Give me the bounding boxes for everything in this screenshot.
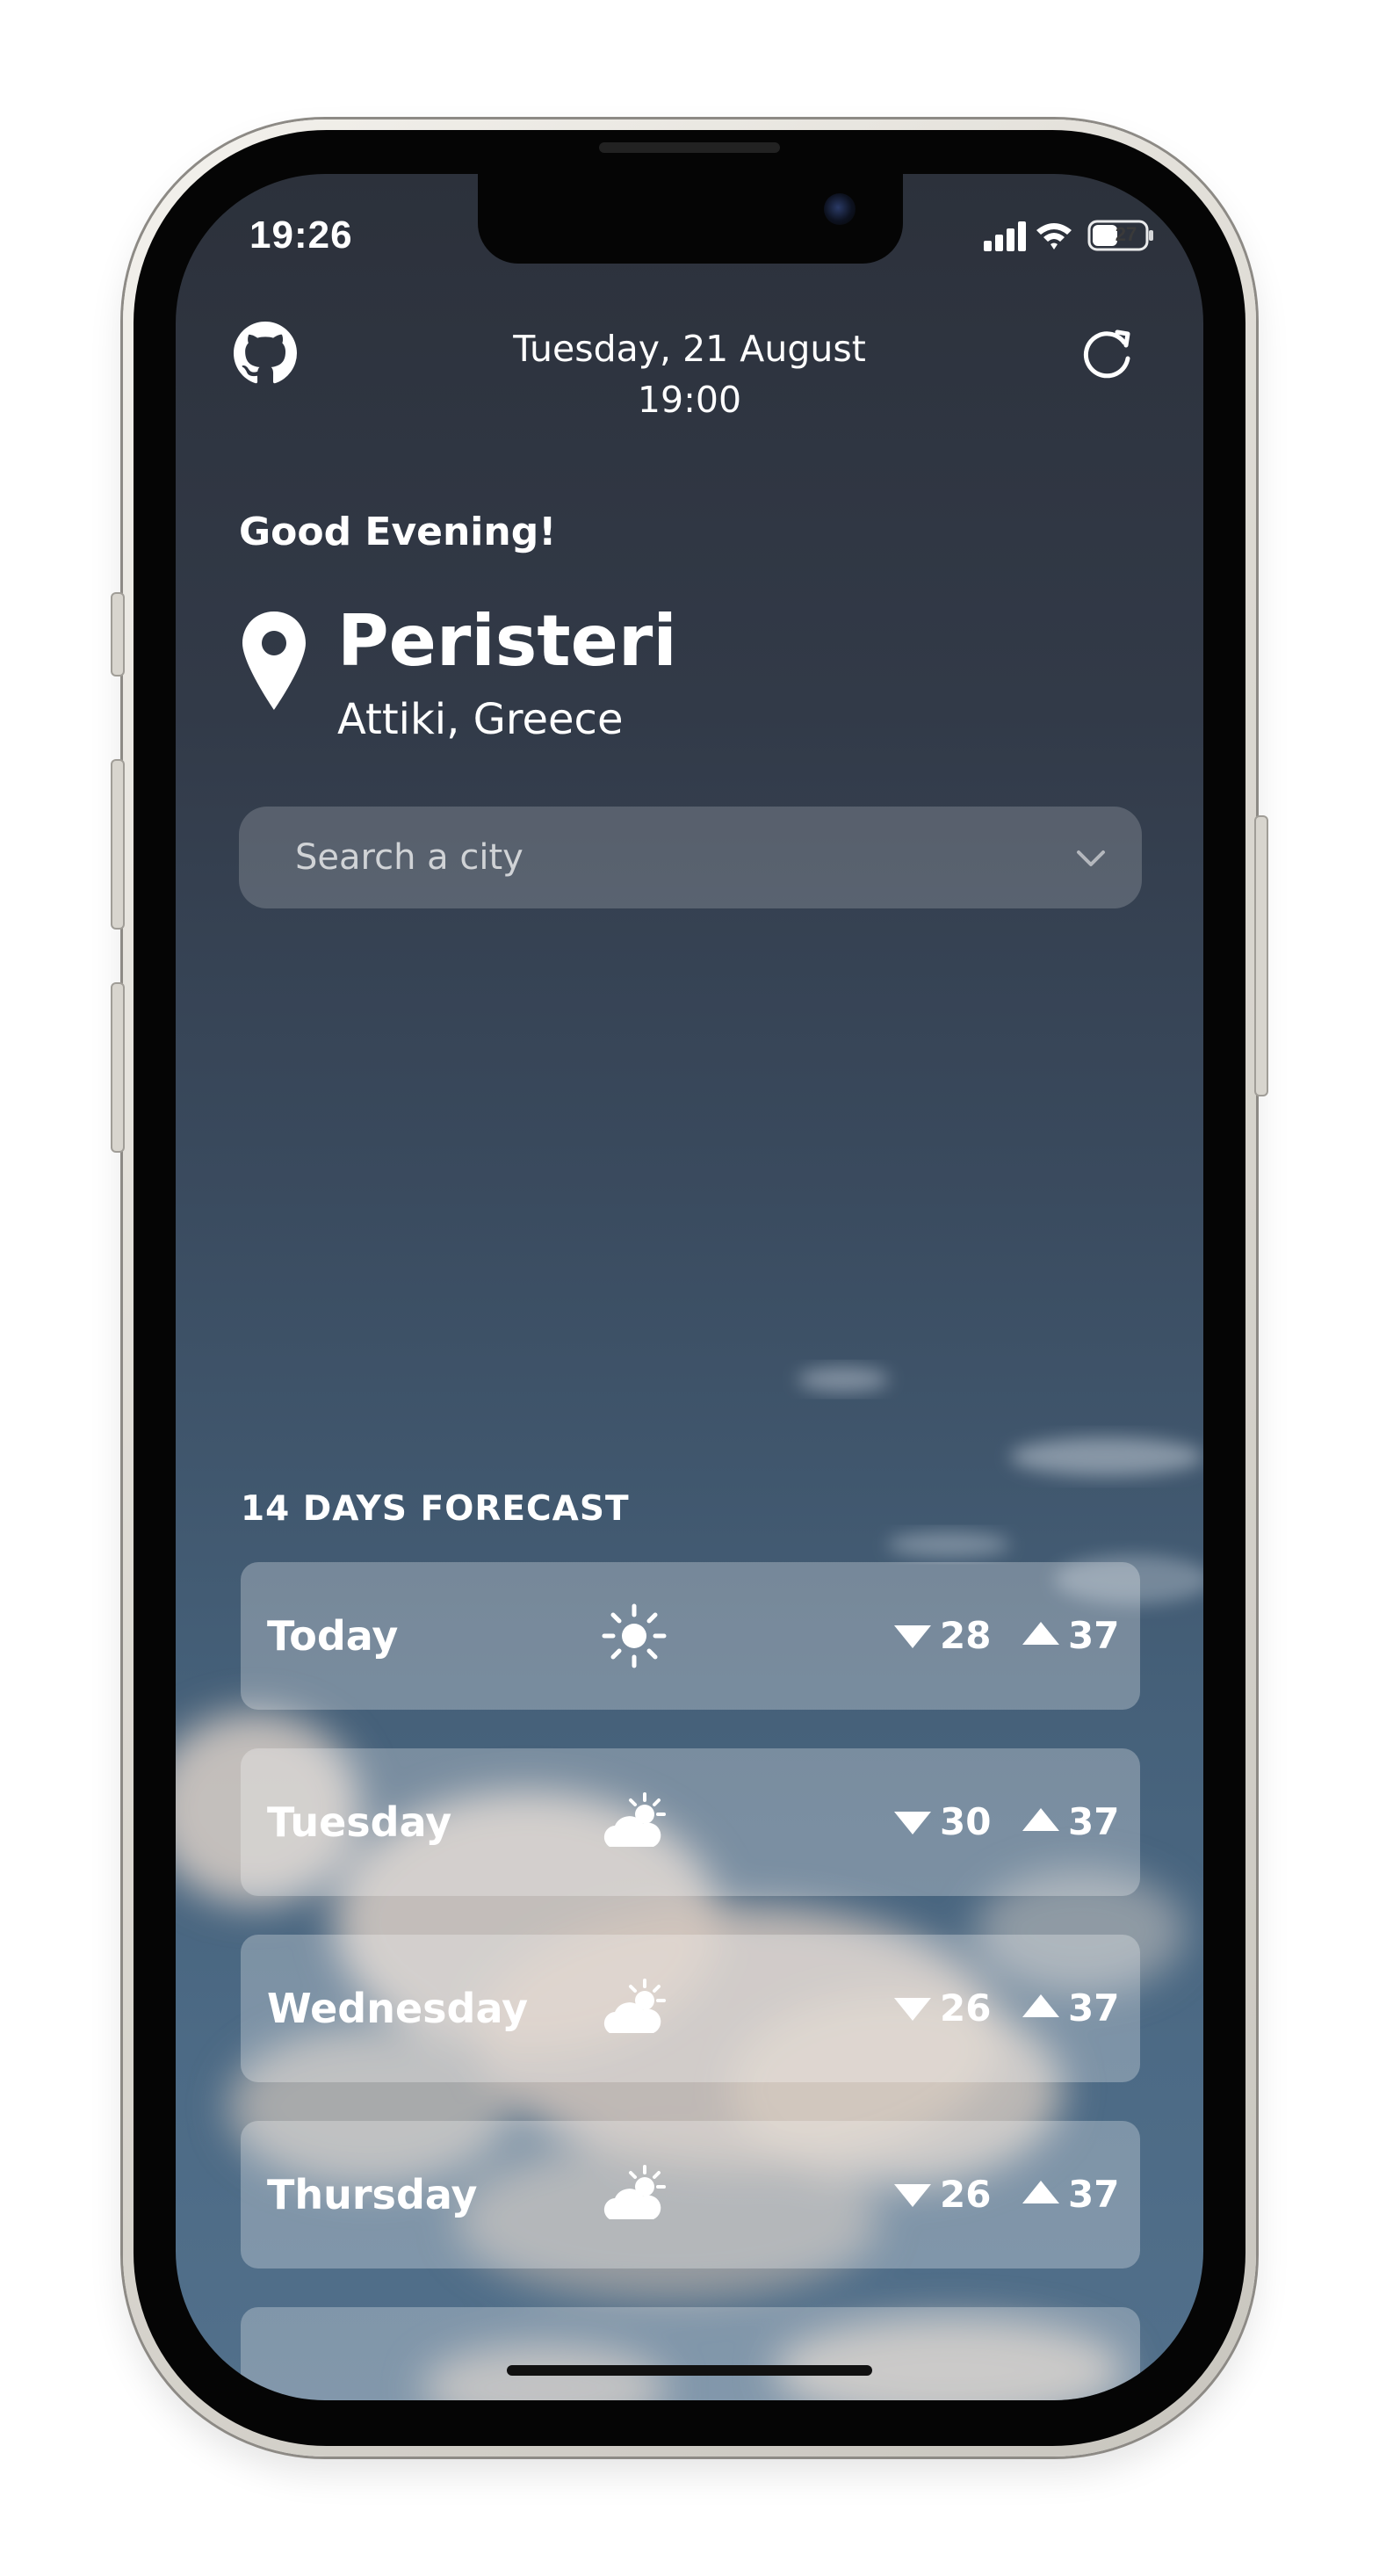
forecast-max-temp: 37 bbox=[1068, 1800, 1120, 1843]
temperature-min-icon bbox=[894, 1812, 931, 1834]
wifi-icon bbox=[1036, 223, 1072, 250]
temperature-min-icon bbox=[894, 1625, 931, 1648]
forecast-row-partial[interactable] bbox=[241, 2307, 1140, 2400]
volume-down-button bbox=[112, 984, 123, 1151]
forecast-day: Wednesday bbox=[267, 1985, 529, 2032]
battery-level: 27 bbox=[1115, 223, 1137, 245]
city-name: Peristeri bbox=[337, 600, 677, 682]
partly-cloudy-icon bbox=[603, 1979, 666, 2033]
forecast-title: 14 DAYS FORECAST bbox=[241, 1489, 630, 1529]
forecast-day: Tuesday bbox=[267, 1798, 452, 1846]
sun-icon bbox=[602, 1603, 667, 1668]
temperature-min-icon bbox=[894, 2184, 931, 2207]
temperature-max-icon bbox=[1022, 1622, 1059, 1645]
forecast-row-tuesday[interactable]: Tuesday 30 37 bbox=[241, 1748, 1140, 1896]
forecast-min-temp: 30 bbox=[940, 1800, 992, 1843]
home-indicator[interactable] bbox=[507, 2365, 872, 2376]
cellular-signal-icon bbox=[984, 221, 1026, 251]
forecast-row-today[interactable]: Today 28 37 bbox=[241, 1562, 1140, 1710]
date-line: Tuesday, 21 August bbox=[513, 328, 866, 370]
forecast-min-temp: 26 bbox=[940, 1986, 992, 2030]
status-time: 19:26 bbox=[249, 213, 353, 257]
chevron-down-icon[interactable] bbox=[1073, 842, 1108, 873]
date-time-display: Tuesday, 21 August 19:00 bbox=[426, 323, 953, 425]
time-line: 19:00 bbox=[637, 379, 742, 421]
notch bbox=[478, 174, 903, 264]
temperature-min-icon bbox=[894, 1998, 931, 2021]
region-name: Attiki, Greece bbox=[337, 695, 624, 744]
forecast-min-temp: 28 bbox=[940, 1614, 992, 1657]
partly-cloudy-icon bbox=[603, 2165, 666, 2219]
temperature-max-icon bbox=[1022, 1808, 1059, 1831]
search-placeholder: Search a city bbox=[295, 837, 523, 878]
refresh-icon[interactable] bbox=[1077, 323, 1137, 383]
forecast-day: Today bbox=[267, 1612, 399, 1660]
forecast-max-temp: 37 bbox=[1068, 1986, 1120, 2030]
temperature-max-icon bbox=[1022, 1994, 1059, 2017]
power-button bbox=[1256, 817, 1267, 1095]
map-pin-icon bbox=[242, 611, 306, 710]
forecast-day: Thursday bbox=[267, 2171, 478, 2218]
temperature-max-icon bbox=[1022, 2181, 1059, 2203]
volume-up-button bbox=[112, 761, 123, 928]
city-search-select[interactable]: Search a city bbox=[239, 807, 1142, 908]
silent-switch bbox=[112, 594, 123, 675]
forecast-min-temp: 26 bbox=[940, 2173, 992, 2216]
front-camera bbox=[824, 193, 856, 225]
earpiece-speaker bbox=[599, 142, 780, 153]
app-screen: 19:26 27 Tuesday, 21 August 19:00 Good E… bbox=[176, 174, 1203, 2400]
github-icon[interactable] bbox=[234, 322, 297, 385]
forecast-max-temp: 37 bbox=[1068, 1614, 1120, 1657]
forecast-max-temp: 37 bbox=[1068, 2173, 1120, 2216]
greeting: Good Evening! bbox=[239, 510, 557, 554]
forecast-row-wednesday[interactable]: Wednesday 26 37 bbox=[241, 1935, 1140, 2082]
partly-cloudy-icon bbox=[603, 1792, 666, 1847]
forecast-row-thursday[interactable]: Thursday 26 37 bbox=[241, 2121, 1140, 2268]
